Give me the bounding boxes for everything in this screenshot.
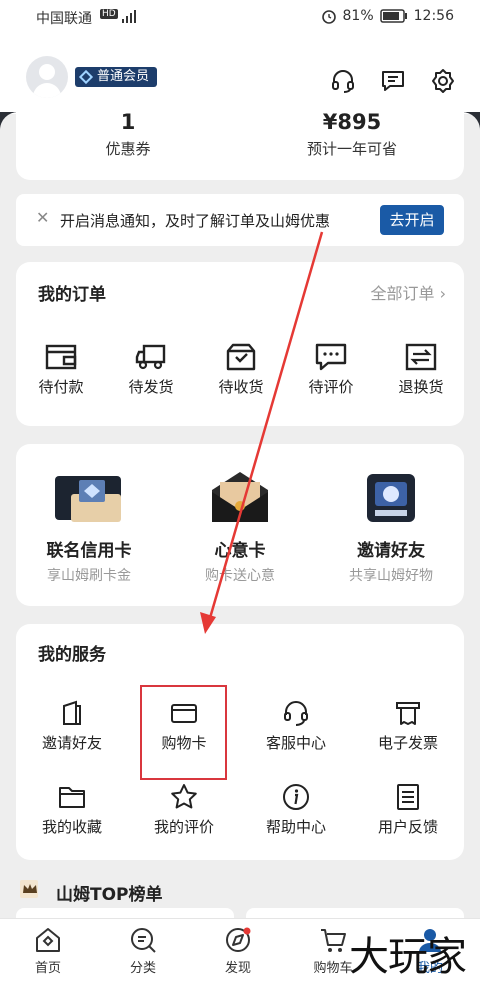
service-invoice[interactable]: 电子发票 [366,698,450,753]
cart-icon [321,929,346,952]
invoice-icon [396,702,420,725]
member-badge[interactable]: 普通会员 [75,67,158,87]
savings-stat[interactable]: ¥895 预计一年可省 [252,110,452,159]
promo-gift-card[interactable]: 心意卡 购卡送心意 [165,470,315,585]
tab-label: 购物车 [313,961,353,976]
promo-title: 联名信用卡 [46,541,132,561]
watermark: 大玩家 [349,934,467,980]
savings-value: ¥895 [322,110,382,134]
wallet-icon [45,344,77,370]
order-pending-shipment[interactable]: 待发货 [120,342,182,397]
order-label: 待评价 [308,378,354,396]
service-label: 用户反馈 [377,818,438,836]
service-label: 我的评价 [153,818,214,836]
promo-title: 邀请好友 [357,541,425,561]
service-label: 电子发票 [377,734,438,752]
order-label: 待发货 [128,378,174,396]
promo-subtitle: 享山姆刷卡金 [47,568,131,584]
network-badge: HD [100,9,118,19]
tab-label: 首页 [34,961,61,976]
home-icon [36,928,60,952]
orders-title: 我的订单 [38,285,106,305]
battery-percent: 81% [342,8,374,24]
service-label: 邀请好友 [41,734,102,752]
comment-icon [315,343,347,371]
compass-icon [226,927,251,952]
avatar[interactable] [26,56,68,98]
headset-icon [284,701,308,726]
enable-notifications-button[interactable]: 去开启 [380,205,444,235]
service-invite[interactable]: 邀请好友 [30,698,114,753]
promo-subtitle: 购卡送心意 [205,568,275,584]
order-label: 退换货 [398,378,444,396]
clock: 12:56 [413,8,454,24]
service-feedback[interactable]: 用户反馈 [366,782,450,837]
service-my-reviews[interactable]: 我的评价 [142,782,226,837]
order-label: 待付款 [38,378,84,396]
promo-title: 心意卡 [214,541,266,561]
tab-home[interactable]: 首页 [18,925,78,976]
stats-card: 1 优惠券 ¥895 预计一年可省 [16,100,464,180]
truck-icon [135,344,166,370]
services-title: 我的服务 [38,645,106,665]
status-bar: 中国联通 HD 81% 12:56 [0,0,480,34]
carrier-label: 中国联通 [36,11,92,27]
order-pending-receipt[interactable]: 待收货 [210,342,272,397]
invite-icon [63,700,81,725]
message-icon[interactable] [380,68,406,94]
info-icon [283,784,309,810]
close-icon[interactable]: ✕ [36,208,49,227]
promo-credit-card[interactable]: 联名信用卡 享山姆刷卡金 [14,470,164,585]
orders-card: 我的订单 全部订单 › 待付款 待发货 待收货 待评价 退换货 [16,262,464,426]
member-badge-label: 普通会员 [97,69,150,84]
gear-icon[interactable] [430,68,456,94]
coupon-stat[interactable]: 1 优惠券 [28,110,228,159]
service-label: 帮助中心 [265,818,326,836]
savings-label: 预计一年可省 [306,140,397,158]
coupon-label: 优惠券 [105,140,151,158]
top-list-title: 山姆TOP榜单 [56,885,163,905]
tab-category[interactable]: 分类 [113,925,173,976]
tab-discover[interactable]: 发现 [208,925,268,976]
headset-icon[interactable] [330,68,356,94]
crown-icon [20,880,38,898]
corner-decoration [462,112,480,130]
feedback-icon [397,784,419,810]
signal-icon [122,10,136,23]
highlight-box [140,685,227,780]
folder-icon [59,787,85,808]
order-label: 待收货 [218,378,264,396]
alarm-icon [321,10,336,24]
all-orders-link[interactable]: 全部订单 › [370,280,446,304]
exchange-icon [405,343,437,371]
service-help[interactable]: 帮助中心 [254,782,338,837]
service-customer-center[interactable]: 客服中心 [254,698,338,753]
star-icon [171,784,197,809]
service-label: 我的收藏 [41,818,102,836]
coupon-count: 1 [120,110,136,134]
invite-card-image [367,474,415,522]
service-favorites[interactable]: 我的收藏 [30,782,114,837]
box-icon [226,343,256,371]
all-orders-label: 全部订单 [370,284,435,303]
tab-label: 发现 [224,961,251,976]
promo-card: 联名信用卡 享山姆刷卡金 心意卡 购卡送心意 邀请好友 共享山姆好物 [16,444,464,606]
order-returns[interactable]: 退换货 [390,342,452,397]
notice-text: 开启消息通知，及时了解订单及山姆优惠 [60,212,331,230]
order-pending-payment[interactable]: 待付款 [30,342,92,397]
diamond-icon [78,69,94,85]
notification-banner: ✕ 开启消息通知，及时了解订单及山姆优惠 去开启 [16,194,464,246]
battery-icon [379,9,407,23]
order-pending-review[interactable]: 待评价 [300,342,362,397]
chevron-right-icon: › [439,284,446,303]
credit-card-image [55,476,121,522]
service-label: 客服中心 [265,734,326,752]
promo-invite[interactable]: 邀请好友 共享山姆好物 [316,470,466,585]
tab-label: 分类 [129,961,156,976]
search-icon [131,928,156,953]
promo-subtitle: 共享山姆好物 [349,568,433,584]
gift-card-image [212,472,268,522]
services-card: 我的服务 邀请好友 购物卡 客服中心 电子发票 我的收藏 我的评价 帮助中心 用… [16,624,464,860]
